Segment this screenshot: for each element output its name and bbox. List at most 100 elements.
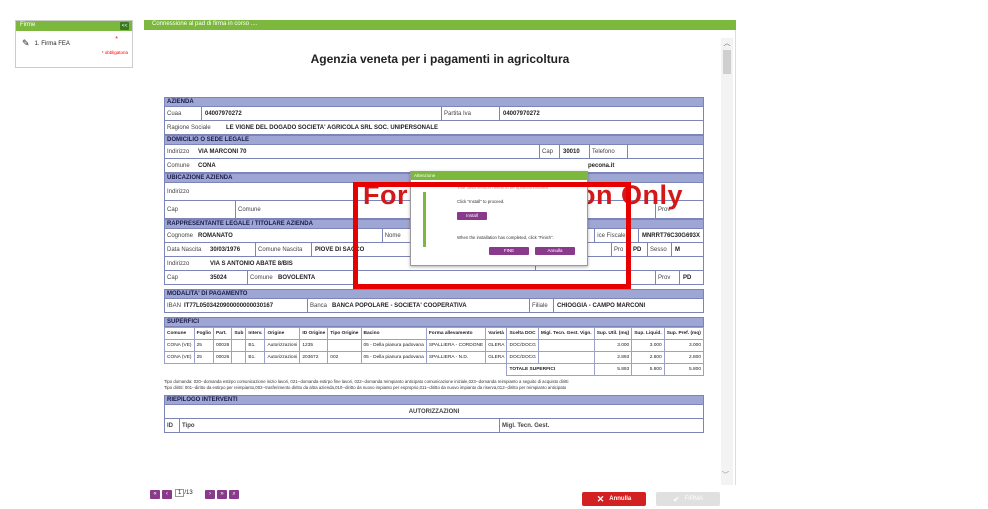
superfici-col-header: Forma allevamento <box>425 327 487 340</box>
signatures-panel-title: Firme <box>20 22 36 28</box>
table-cell: 25 <box>193 351 214 364</box>
pec-value: pecona.it <box>588 162 615 169</box>
annulla-button[interactable]: ✕ Annulla <box>582 492 646 506</box>
section-superfici: SUPERFICI <box>164 317 704 327</box>
superfici-col-header: Migl. Tecn. Gest. Vign. <box>537 327 595 340</box>
filiale-value: CHIOGGIA - CAMPO MARCONI <box>553 299 703 312</box>
cap-value: 30010 <box>559 145 589 158</box>
signature-item-firma-fea[interactable]: ✎ 1. Firma FEA <box>22 38 70 49</box>
piva-value: 04007970272 <box>499 107 703 120</box>
required-marker: * <box>115 36 118 43</box>
cognome-label: Cognome <box>167 232 194 239</box>
table-cell: CONA (VE) <box>164 339 195 352</box>
comune-label: Comune <box>167 162 190 169</box>
table-cell: DOC/DOCG <box>506 351 539 364</box>
superfici-col-header: Comune <box>164 327 195 340</box>
superfici-col-header: Foglio <box>193 327 214 340</box>
highlight-rectangle <box>353 182 631 289</box>
iban-label: IBAN <box>167 302 182 309</box>
comune-nascita-label: Comune Nascita <box>255 243 311 256</box>
table-row: CONA (VE) 25 00026 B1. Autorizzazioni 1235 05 … <box>164 339 705 352</box>
ubic-indirizzo-label: Indirizzo <box>167 188 190 195</box>
page-current-input[interactable]: 1 <box>175 489 185 497</box>
row-iban: IBAN IT77L0503420900000000030167 Banca B… <box>164 299 704 313</box>
table-cell: GLERA <box>485 351 508 364</box>
zoom-icon[interactable]: ⌕ <box>229 490 239 499</box>
col-migl: Migl. Tecn. Gest. <box>499 419 703 432</box>
last-page-icon[interactable]: » <box>217 490 227 499</box>
superfici-col-header: Interv. <box>245 327 266 340</box>
dialog-title: Attenzione <box>411 172 587 180</box>
superfici-col-header: Tipo Origine <box>327 327 362 340</box>
totals-row: TOTALE SUPERFICI 5.893 5.800 5.800 <box>165 363 705 376</box>
superfici-table: Comune Foglio Part. Sub Interv. Origine ID Ori… <box>164 327 705 376</box>
table-cell: SPALLIERA - CORDONE <box>425 339 487 352</box>
superfici-col-header: Sub <box>231 327 247 340</box>
superfici-col-header: Sup. Liquid. <box>631 327 665 340</box>
sesso-label: Sesso <box>647 243 671 256</box>
col-tipo: Tipo <box>179 419 499 432</box>
scroll-up-icon[interactable]: ︿ <box>721 38 733 48</box>
collapse-panel-button[interactable]: << <box>120 22 129 30</box>
signatures-panel: Firme << ✎ 1. Firma FEA * * obbligatoria <box>15 20 133 68</box>
table-cell: 25 <box>193 339 214 352</box>
col-id: ID <box>167 422 173 429</box>
firma-button[interactable]: ✔ FIRMA <box>656 492 720 506</box>
table-cell: CONA (VE) <box>164 351 195 364</box>
banca-label: Banca <box>307 299 329 312</box>
page-indicator: 1/13 <box>175 489 193 497</box>
table-cell: 3.000 <box>631 339 665 352</box>
scroll-thumb[interactable] <box>723 50 731 74</box>
table-cell: B1. <box>245 351 266 364</box>
res-cap-label: Cap <box>167 274 179 281</box>
telefono-value <box>627 145 703 158</box>
prov-nascita-value: PD <box>629 243 647 256</box>
cuaa-value: 04007970272 <box>201 107 441 120</box>
table-cell: DOC/DOCG <box>506 339 539 352</box>
superfici-col-header: Part. <box>212 327 233 340</box>
total-value: 5.800 <box>631 363 665 376</box>
table-cell: B1. <box>245 339 266 352</box>
rs-label: Ragione Sociale <box>167 124 211 131</box>
row-riepilogo-header: ID Tipo Migl. Tecn. Gest. <box>164 419 704 433</box>
nascita-value: 30/03/1976 <box>210 246 241 253</box>
table-cell: 2.800 <box>663 351 705 364</box>
ubic-cap-label: Cap <box>167 206 179 213</box>
prev-page-icon[interactable]: ‹ <box>162 490 172 499</box>
table-cell: 1235 <box>299 339 329 352</box>
table-cell: 00026 <box>212 351 233 364</box>
firma-label: FIRMA <box>684 496 704 502</box>
table-cell: 05 - Della pianura padovana <box>360 339 427 352</box>
scroll-down-icon[interactable]: ﹀ <box>722 470 729 480</box>
table-cell <box>327 339 362 352</box>
telefono-label: Telefono <box>589 145 627 158</box>
table-cell <box>537 339 595 352</box>
document-viewer[interactable]: Agenzia veneta per i pagamenti in agrico… <box>144 30 736 485</box>
vertical-scrollbar[interactable]: ︿ <box>721 38 733 485</box>
res-prov-value: PD <box>679 271 703 284</box>
table-cell: 002 <box>327 351 362 364</box>
indirizzo-value: VIA MARCONI 70 <box>198 148 247 155</box>
superfici-col-header: ID Origine <box>299 327 329 340</box>
res-cap-value: 35024 <box>210 274 227 281</box>
required-text: * obbligatoria <box>101 50 128 55</box>
table-row: CONA (VE) 25 00026 B1. Autorizzazioni 203672 0… <box>164 351 705 364</box>
row-domicilio-indirizzo: Indirizzo VIA MARCONI 70 Cap 30010 Telef… <box>164 145 704 159</box>
res-comune-label: Comune <box>247 271 275 284</box>
sesso-value: M <box>671 243 703 256</box>
res-prov-label: Prov <box>655 271 679 284</box>
cap-label: Cap <box>539 145 559 158</box>
comune-value: CONA <box>198 162 216 169</box>
total-value: 5.800 <box>663 363 705 376</box>
superfici-col-header: Sup. Util. (mq) <box>593 327 633 340</box>
table-cell <box>537 351 595 364</box>
table-cell <box>231 339 247 352</box>
table-cell <box>231 351 247 364</box>
table-cell: Autorizzazioni <box>264 351 301 364</box>
cf-value: MNRRT76C30G693X <box>637 229 703 242</box>
superfici-col-header: Bacino <box>360 327 427 340</box>
first-page-icon[interactable]: « <box>150 490 160 499</box>
signatures-panel-header: Firme << <box>16 21 132 31</box>
next-page-icon[interactable]: › <box>205 490 215 499</box>
table-cell: 00026 <box>212 339 233 352</box>
